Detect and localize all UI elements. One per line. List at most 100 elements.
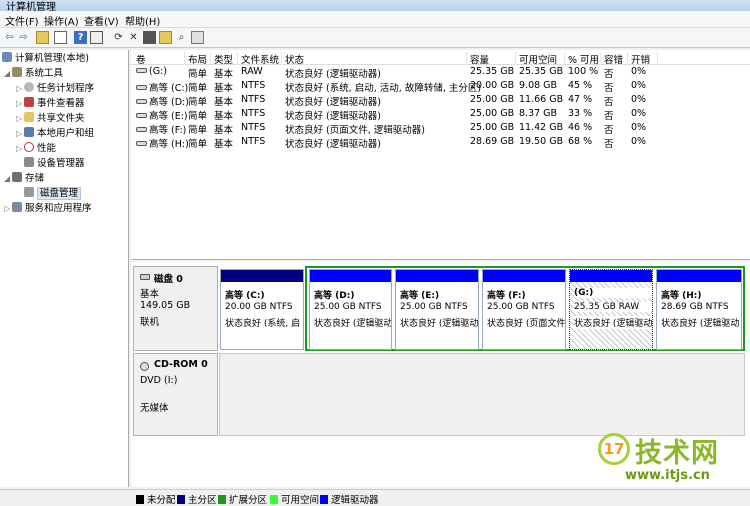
tree-item-event-viewer[interactable]: ▷ 事件查看器 bbox=[16, 97, 85, 111]
column-header[interactable]: 容错 bbox=[601, 52, 628, 66]
watermark-brand: 技术网 bbox=[635, 438, 719, 469]
delete-icon[interactable]: ✕ bbox=[127, 31, 140, 44]
expand-icon[interactable]: ▷ bbox=[16, 82, 24, 96]
forward-icon[interactable]: ⇨ bbox=[17, 31, 30, 44]
volume-cell: 28.69 GB bbox=[467, 136, 514, 147]
volume-cell: 25.00 GB bbox=[467, 108, 514, 119]
properties-icon[interactable] bbox=[90, 31, 103, 44]
volume-cell-text: 否 bbox=[604, 111, 614, 122]
up-icon[interactable] bbox=[36, 31, 49, 44]
tree-item-root[interactable]: 计算机管理(本地) bbox=[2, 52, 89, 66]
legend-swatch bbox=[177, 495, 185, 504]
volume-icon bbox=[136, 113, 147, 118]
event-icon bbox=[24, 97, 34, 107]
menu-help[interactable]: 帮助(H) bbox=[125, 13, 160, 28]
volume-row[interactable]: 高等 (E:) 简单 基本 NTFS 状态良好 (逻辑驱动器) 25.00 GB 8.37 … bbox=[131, 108, 750, 122]
volume-cell-text: 高等 (E:) bbox=[149, 111, 188, 122]
tree-item-performance[interactable]: ▷ 性能 bbox=[16, 142, 56, 156]
expand-icon[interactable]: ▷ bbox=[16, 127, 24, 141]
legend-swatch bbox=[320, 495, 328, 504]
folder-icon bbox=[24, 112, 34, 122]
cdrom0-name: CD-ROM 0 bbox=[154, 359, 208, 370]
volume-row[interactable]: 高等 (C:) 简单 基本 NTFS 状态良好 (系统, 启动, 活动, 故障转储, 主… bbox=[131, 80, 750, 94]
partition-block[interactable]: 高等 (D:) 25.00 GB NTFS 状态良好 (逻辑驱动 bbox=[309, 269, 392, 350]
partition-block[interactable]: (G:) 25.35 GB RAW 状态良好 (逻辑驱动 bbox=[569, 269, 653, 350]
partition-block[interactable]: 高等 (C:) 20.00 GB NTFS 状态良好 (系统, 启 bbox=[220, 269, 304, 350]
volume-cell-text: 否 bbox=[604, 125, 614, 136]
search-icon[interactable]: ⌕ bbox=[175, 31, 188, 44]
column-header[interactable]: 类型 bbox=[211, 52, 238, 66]
menu-file[interactable]: 文件(F) bbox=[5, 13, 39, 28]
tree-item-task-scheduler[interactable]: ▷ 任务计划程序 bbox=[16, 82, 94, 96]
volume-cell-text: 基本 bbox=[214, 125, 234, 136]
volume-cell-text: NTFS bbox=[241, 108, 266, 119]
disk-icon bbox=[140, 274, 150, 280]
computer-icon bbox=[2, 52, 12, 62]
tree-item-shared-folders[interactable]: ▷ 共享文件夹 bbox=[16, 112, 85, 126]
partition-name: 高等 (C:) bbox=[225, 291, 265, 301]
volume-cell: 简单 bbox=[185, 136, 207, 150]
open-icon[interactable] bbox=[159, 31, 172, 44]
volume-row[interactable]: (G:) 简单 基本 RAW 状态良好 (逻辑驱动器) 25.35 GB 25.35 GB 1… bbox=[131, 66, 750, 80]
volume-cell: 基本 bbox=[211, 108, 233, 122]
volume-cell-text: 46 % bbox=[568, 122, 593, 133]
tree-item-disk-management[interactable]: 磁盘管理 bbox=[24, 187, 82, 201]
column-header[interactable]: 文件系统 bbox=[238, 52, 282, 66]
disk-icon bbox=[24, 187, 34, 197]
partition-status: 状态良好 (页面文件 bbox=[487, 319, 565, 329]
volume-cell-text: 状态良好 (逻辑驱动器) bbox=[285, 111, 381, 122]
disk0-label[interactable]: 磁盘 0 基本 149.05 GB 联机 bbox=[133, 266, 218, 351]
column-header[interactable]: 开销 bbox=[628, 52, 658, 66]
partition-status: 状态良好 (逻辑驱动 bbox=[314, 319, 391, 329]
column-header[interactable]: 可用空间 bbox=[516, 52, 565, 66]
tree-item-storage[interactable]: ◢ 存储 bbox=[4, 172, 44, 186]
volume-row[interactable]: 高等 (H:) 简单 基本 NTFS 状态良好 (逻辑驱动器) 28.69 GB 19.50… bbox=[131, 136, 750, 150]
partition-block[interactable]: 高等 (E:) 25.00 GB NTFS 状态良好 (逻辑驱动 bbox=[395, 269, 479, 350]
volume-cell-text: 28.69 GB bbox=[470, 136, 515, 147]
tree-item-device-manager[interactable]: 设备管理器 bbox=[24, 157, 85, 171]
menu-action[interactable]: 操作(A) bbox=[44, 13, 79, 28]
tree-item-services[interactable]: ▷ 服务和应用程序 bbox=[4, 202, 92, 216]
volume-cell: 8.37 GB bbox=[516, 108, 557, 119]
storage-icon bbox=[12, 172, 22, 182]
partition-block[interactable]: 高等 (F:) 25.00 GB NTFS 状态良好 (页面文件 bbox=[482, 269, 566, 350]
volume-cell-text: 高等 (H:) bbox=[149, 139, 189, 150]
volume-cell: 0% bbox=[628, 122, 646, 133]
volume-cell: NTFS bbox=[238, 122, 265, 133]
column-header[interactable]: % 可用 bbox=[565, 52, 601, 66]
export-icon[interactable] bbox=[143, 31, 156, 44]
tree-item-system-tools[interactable]: ◢ 系统工具 bbox=[4, 67, 63, 81]
expand-icon[interactable]: ▷ bbox=[16, 142, 24, 156]
column-header[interactable]: 状态 bbox=[282, 52, 467, 66]
tree-item-local-users[interactable]: ▷ 本地用户和组 bbox=[16, 127, 94, 141]
help-icon[interactable]: ? bbox=[74, 31, 87, 44]
collapse-icon[interactable]: ◢ bbox=[4, 172, 12, 186]
column-header[interactable]: 布局 bbox=[185, 52, 211, 66]
collapse-icon[interactable]: ◢ bbox=[4, 67, 12, 81]
refresh-icon[interactable]: ⟳ bbox=[112, 31, 125, 44]
back-icon[interactable]: ⇦ bbox=[3, 31, 16, 44]
expand-icon[interactable]: ▷ bbox=[4, 202, 12, 216]
volume-cell: 68 % bbox=[565, 136, 592, 147]
volume-cell: 否 bbox=[601, 136, 614, 150]
volume-row[interactable]: 高等 (D:) 简单 基本 NTFS 状态良好 (逻辑驱动器) 25.00 GB 11.66… bbox=[131, 94, 750, 108]
expand-icon[interactable]: ▷ bbox=[16, 97, 24, 111]
cdrom0-label[interactable]: CD-ROM 0 DVD (I:) 无媒体 bbox=[133, 353, 218, 436]
show-tree-icon[interactable] bbox=[54, 31, 67, 44]
partition-block[interactable]: 高等 (H:) 28.69 GB NTFS 状态良好 (逻辑驱动 bbox=[656, 269, 742, 350]
volume-cell: 0% bbox=[628, 66, 646, 77]
volume-cell-text: 简单 bbox=[188, 97, 208, 108]
volume-icon bbox=[136, 68, 147, 73]
volume-cell: 简单 bbox=[185, 94, 207, 108]
volume-cell-text: 25.00 GB bbox=[470, 122, 515, 133]
column-header[interactable]: 容量 bbox=[467, 52, 516, 66]
cdrom0-empty-area[interactable] bbox=[219, 353, 745, 436]
volume-cell-text: 高等 (C:) bbox=[149, 83, 189, 94]
volume-row[interactable]: 高等 (F:) 简单 基本 NTFS 状态良好 (页面文件, 逻辑驱动器) 25.00 G… bbox=[131, 122, 750, 136]
expand-icon[interactable]: ▷ bbox=[16, 112, 24, 126]
settings-icon[interactable] bbox=[191, 31, 204, 44]
title-bar: 计算机管理 bbox=[0, 0, 750, 11]
volume-cell: 高等 (F:) bbox=[133, 122, 186, 136]
column-header[interactable]: 卷 bbox=[133, 52, 185, 66]
menu-view[interactable]: 查看(V) bbox=[84, 13, 119, 28]
